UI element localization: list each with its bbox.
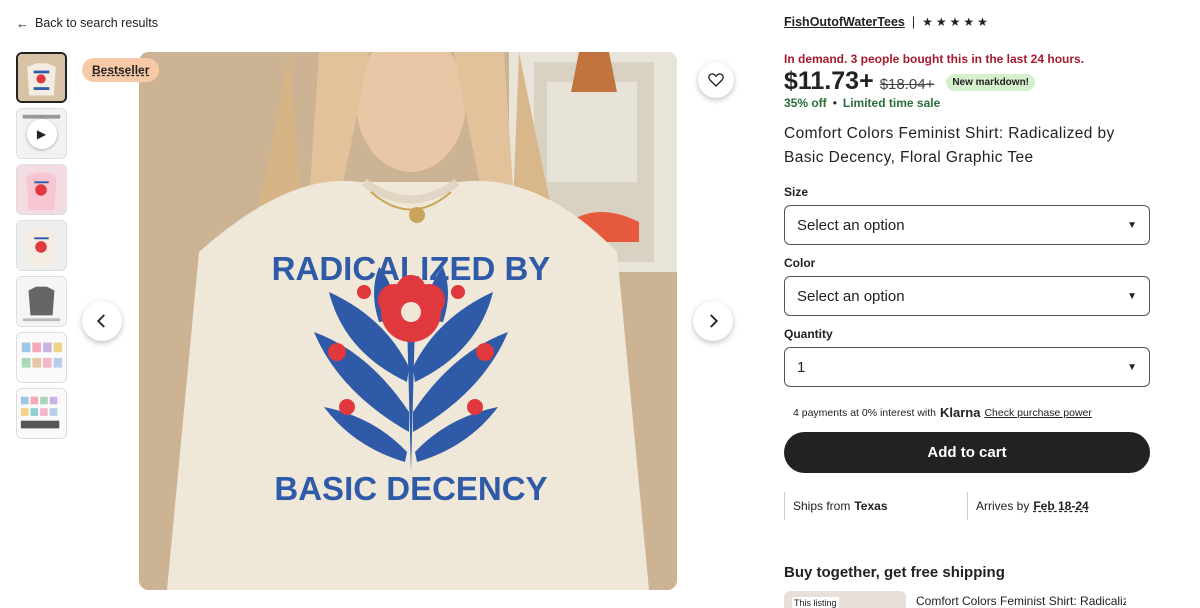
play-icon: ▶: [26, 118, 57, 149]
shipping-info: Ships from Texas Arrives by Feb 18-24: [784, 492, 1150, 520]
thumbnail-image: [17, 389, 66, 438]
quantity-select-value: 1: [797, 358, 806, 376]
caret-down-icon: ▼: [1127, 361, 1137, 373]
thumbnail-image: [17, 165, 66, 214]
previous-image-button[interactable]: [82, 301, 122, 341]
sale-row: 35% off • Limited time sale: [784, 96, 940, 110]
favorite-button[interactable]: [698, 62, 734, 98]
thumbnail-image: [17, 221, 66, 270]
add-to-cart-button[interactable]: Add to cart: [784, 432, 1150, 473]
ships-from-value: Texas: [854, 499, 888, 513]
star-icon: ★: [949, 15, 962, 29]
separator: |: [911, 15, 916, 29]
sale-label: Limited time sale: [842, 96, 941, 110]
chevron-right-icon: [710, 314, 719, 328]
ships-from-label: Ships from: [793, 499, 851, 513]
thumbnail-4[interactable]: [16, 220, 67, 271]
thumbnail-3[interactable]: [16, 164, 67, 215]
star-icon: ★: [935, 15, 948, 29]
arrow-left-icon: ←: [16, 15, 29, 31]
main-product-image[interactable]: RADICALIZED BY BASIC DECENCY: [139, 52, 677, 590]
thumbnail-1[interactable]: [16, 52, 67, 103]
thumbnail-image: [17, 277, 66, 326]
caret-down-icon: ▼: [1127, 219, 1137, 231]
thumbnail-color-chart[interactable]: [16, 388, 67, 439]
heart-icon: [708, 73, 724, 87]
arrives-by: Arrives by Feb 18-24: [967, 492, 1089, 520]
back-to-search-link[interactable]: ← Back to search results: [16, 16, 158, 30]
quantity-select[interactable]: 1 ▼: [784, 347, 1150, 387]
klarna-prefix: 4 payments at 0% interest with: [793, 406, 936, 419]
product-title: Comfort Colors Feminist Shirt: Radicaliz…: [784, 125, 1115, 166]
thumbnail-list: ▶: [16, 52, 67, 444]
klarna-logo: Klarna: [940, 405, 981, 420]
original-price: $18.04+: [879, 76, 935, 93]
thumbnail-size-chart[interactable]: [16, 276, 67, 327]
size-select[interactable]: Select an option ▼: [784, 205, 1150, 245]
shirt-text-bottom: BASIC DECENCY: [274, 470, 547, 507]
caret-down-icon: ▼: [1127, 290, 1137, 302]
thumbnail-image: [18, 54, 65, 101]
rating-stars[interactable]: ★ ★ ★ ★ ★: [922, 15, 989, 29]
star-icon: ★: [922, 15, 934, 29]
product-photo: RADICALIZED BY BASIC DECENCY: [139, 52, 677, 590]
bundle-title: Buy together, get free shipping: [784, 564, 1005, 581]
arrives-by-label: Arrives by: [976, 499, 1030, 513]
color-label: Color: [784, 256, 816, 270]
markdown-badge: New markdown!: [946, 74, 1036, 91]
check-purchase-power-link[interactable]: Check purchase power: [984, 407, 1091, 419]
color-select[interactable]: Select an option ▼: [784, 276, 1150, 316]
bestseller-badge: Bestseller: [82, 58, 160, 82]
color-select-value: Select an option: [797, 287, 905, 305]
star-icon: ★: [977, 15, 989, 29]
bullet: •: [832, 96, 837, 110]
quantity-label: Quantity: [784, 327, 833, 341]
bundle-listing-image[interactable]: This listing: [784, 591, 906, 608]
klarna-row: 4 payments at 0% interest with Klarna Ch…: [793, 405, 1092, 420]
size-select-value: Select an option: [797, 216, 905, 234]
current-price: $11.73+: [784, 67, 874, 95]
back-link-label: Back to search results: [35, 16, 158, 30]
thumbnail-image: [17, 333, 66, 382]
this-listing-tag: This listing: [792, 597, 839, 608]
star-icon: ★: [963, 15, 976, 29]
thumbnail-video[interactable]: ▶: [16, 108, 67, 159]
ships-from: Ships from Texas: [784, 492, 967, 520]
arrives-by-date[interactable]: Feb 18-24: [1033, 499, 1088, 513]
shop-name-link[interactable]: FishOutofWaterTees: [784, 15, 905, 29]
thumbnail-colors[interactable]: [16, 332, 67, 383]
demand-notice: In demand. 3 people bought this in the l…: [784, 52, 1085, 66]
size-label: Size: [784, 185, 809, 199]
next-image-button[interactable]: [693, 301, 733, 341]
chevron-left-icon: [96, 314, 105, 328]
shop-row: FishOutofWaterTees | ★ ★ ★ ★ ★: [784, 15, 989, 29]
bundle-item-name[interactable]: Comfort Colors Feminist Shirt: Radicaliz…: [916, 594, 1126, 608]
price-row: $11.73+ $18.04+ New markdown!: [784, 67, 1036, 96]
discount-label: 35% off: [784, 96, 827, 110]
